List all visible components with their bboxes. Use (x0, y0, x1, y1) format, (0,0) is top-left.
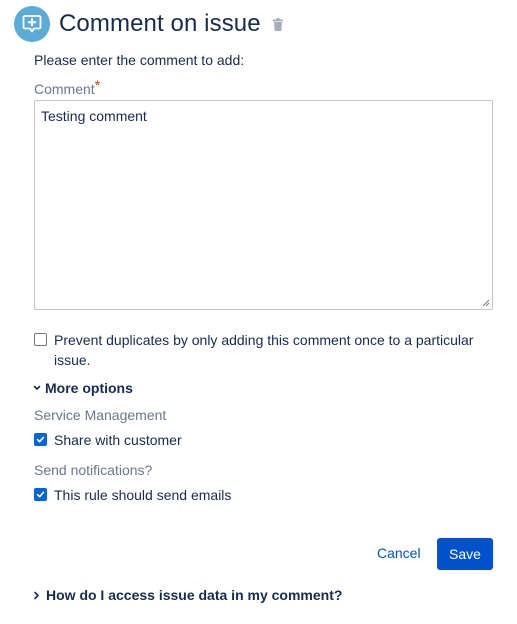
trash-icon[interactable] (272, 17, 283, 31)
required-marker: * (94, 77, 101, 93)
comment-value: Testing comment (41, 108, 147, 124)
send-emails-row[interactable]: This rule should send emails (34, 485, 231, 505)
resize-handle-icon[interactable] (482, 299, 490, 307)
prevent-duplicates-label: Prevent duplicates by only adding this c… (54, 330, 473, 370)
comment-add-icon (14, 6, 50, 42)
more-options-label: More options (45, 380, 133, 396)
prevent-duplicates-checkbox[interactable] (34, 333, 47, 346)
chevron-right-icon (34, 591, 39, 599)
cancel-button[interactable]: Cancel (377, 545, 421, 561)
prevent-duplicates-label-line1: Prevent duplicates by only adding this c… (54, 332, 474, 348)
form-prompt: Please enter the comment to add: (34, 52, 245, 68)
comment-textarea[interactable]: Testing comment (34, 100, 493, 310)
share-with-customer-row[interactable]: Share with customer (34, 430, 182, 450)
issue-data-help-toggle[interactable]: How do I access issue data in my comment… (33, 587, 342, 603)
share-with-customer-label: Share with customer (54, 432, 182, 448)
prevent-duplicates-label-line2: issue. (54, 352, 91, 368)
page-title: Comment on issue (59, 10, 261, 37)
save-button[interactable]: Save (437, 538, 493, 570)
header: Comment on issue (14, 6, 283, 42)
send-emails-label: This rule should send emails (54, 487, 232, 503)
prevent-duplicates-row[interactable]: Prevent duplicates by only adding this c… (34, 330, 473, 370)
send-emails-checkbox[interactable] (34, 488, 47, 501)
comment-label: Comment* (34, 77, 100, 97)
checkmark-icon (36, 491, 45, 498)
more-options-toggle[interactable]: More options (33, 380, 133, 396)
comment-label-text: Comment (34, 81, 95, 97)
chevron-down-icon (33, 385, 41, 390)
checkmark-icon (36, 436, 45, 443)
issue-data-help-label: How do I access issue data in my comment… (46, 587, 343, 603)
send-notifications-label: Send notifications? (34, 462, 153, 478)
share-with-customer-checkbox[interactable] (34, 433, 47, 446)
service-management-label: Service Management (34, 407, 167, 423)
